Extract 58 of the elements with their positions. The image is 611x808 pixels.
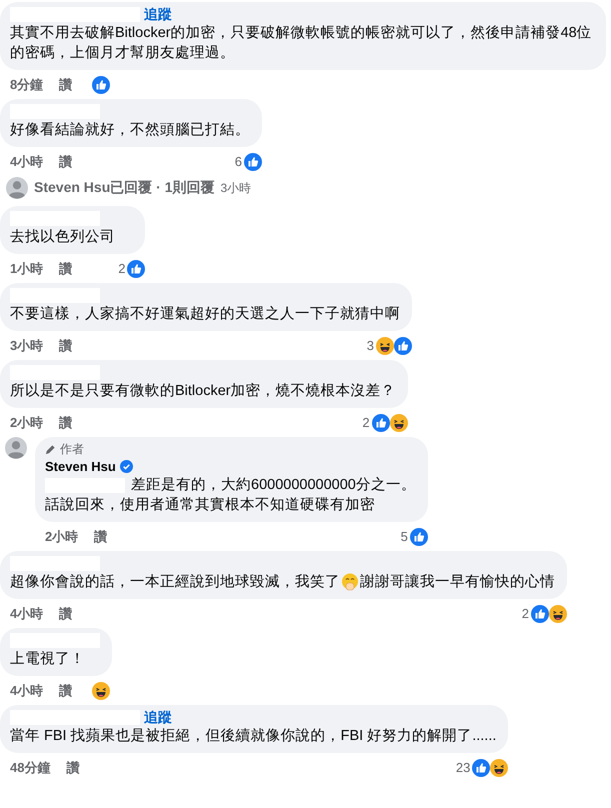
comment-text: 其實不用去破解Bitlocker的加密，只要破解微軟帳號的帳密就可以了，然後申請補發48位的密碼，上個月才幫朋友處理過。 [10, 24, 593, 63]
laughing-face-icon [376, 336, 394, 354]
pen-icon [45, 444, 56, 455]
comment-text: 謝謝哥讓我一早有愉快的心情 [360, 572, 555, 592]
comment-text: 好像看結論就好，不然頭腦已打結。 [10, 121, 250, 140]
comment-text: 差距是有的，大約6000000000000分之一。 [131, 476, 416, 495]
like-icon [127, 260, 146, 278]
reaction-count[interactable]: 6 [234, 154, 242, 169]
like-link[interactable]: 讚 [59, 414, 72, 432]
comment-time[interactable]: 4小時 [10, 604, 44, 622]
comment-time[interactable]: 1小時 [10, 260, 44, 278]
like-link[interactable]: 讚 [59, 260, 72, 278]
like-icon [394, 336, 412, 354]
like-icon [472, 758, 490, 776]
comment-time[interactable]: 2小時 [45, 528, 78, 546]
comment-text: 話說回來，使用者通常其實根本不知道硬碟有加密 [45, 496, 376, 515]
like-link[interactable]: 讚 [66, 758, 80, 776]
like-icon [92, 76, 110, 94]
comment-text: 去找以色列公司 [10, 228, 116, 247]
comment-text: 所以是不是只要有微軟的Bitlocker加密，燒不燒根本沒差？ [10, 382, 396, 401]
like-link[interactable]: 讚 [94, 528, 108, 546]
comment-time[interactable]: 3小時 [10, 336, 44, 354]
comment-time[interactable]: 4小時 [10, 682, 44, 700]
like-icon [244, 152, 262, 170]
comment-time[interactable]: 8分鐘 [10, 76, 44, 94]
like-icon [531, 604, 549, 622]
reply-time: 3小時 [220, 180, 252, 196]
reaction-count[interactable]: 2 [362, 415, 370, 430]
laughing-face-icon [390, 414, 408, 432]
author-label: 作者 [60, 441, 84, 458]
laughing-face-icon [92, 682, 110, 700]
comment-text: 上電視了！ [10, 650, 86, 669]
follow-link[interactable]: 追蹤 [144, 6, 172, 24]
comment-time[interactable]: 4小時 [10, 152, 44, 170]
comment-time[interactable]: 48分鐘 [10, 758, 50, 776]
reaction-count[interactable]: 2 [118, 261, 126, 276]
reaction-count[interactable]: 5 [400, 529, 408, 544]
commenter-name[interactable]: Steven Hsu [45, 459, 116, 474]
replies-link[interactable]: Steven Hsu已回覆 · 1則回覆 [34, 179, 214, 197]
comment-time[interactable]: 2小時 [10, 414, 44, 432]
like-link[interactable]: 讚 [59, 604, 72, 622]
like-link[interactable]: 讚 [59, 76, 72, 94]
like-link[interactable]: 讚 [59, 682, 72, 700]
laughing-face-icon [490, 758, 508, 776]
avatar-icon [5, 437, 27, 459]
reaction-count[interactable]: 3 [366, 338, 374, 353]
like-icon [372, 414, 390, 432]
laughing-face-icon [549, 604, 567, 622]
avatar-icon [6, 177, 28, 199]
comment-text: 超像你會說的話，一本正經說到地球毀滅，我笑了 [10, 573, 340, 592]
reaction-count[interactable]: 2 [522, 606, 529, 621]
follow-link[interactable]: 追蹤 [144, 708, 172, 726]
like-icon [410, 528, 428, 546]
like-link[interactable]: 讚 [59, 152, 72, 170]
comment-text: 當年 FBI 找蘋果也是被拒絕，但後續就像你說的，FBI 好努力的解開了...... [10, 727, 496, 746]
comment-text: 不要這樣，人家搞不好運氣超好的天選之人一下子就猜中啊 [10, 304, 400, 324]
like-link[interactable]: 讚 [59, 336, 72, 354]
reaction-count[interactable]: 23 [456, 760, 470, 775]
